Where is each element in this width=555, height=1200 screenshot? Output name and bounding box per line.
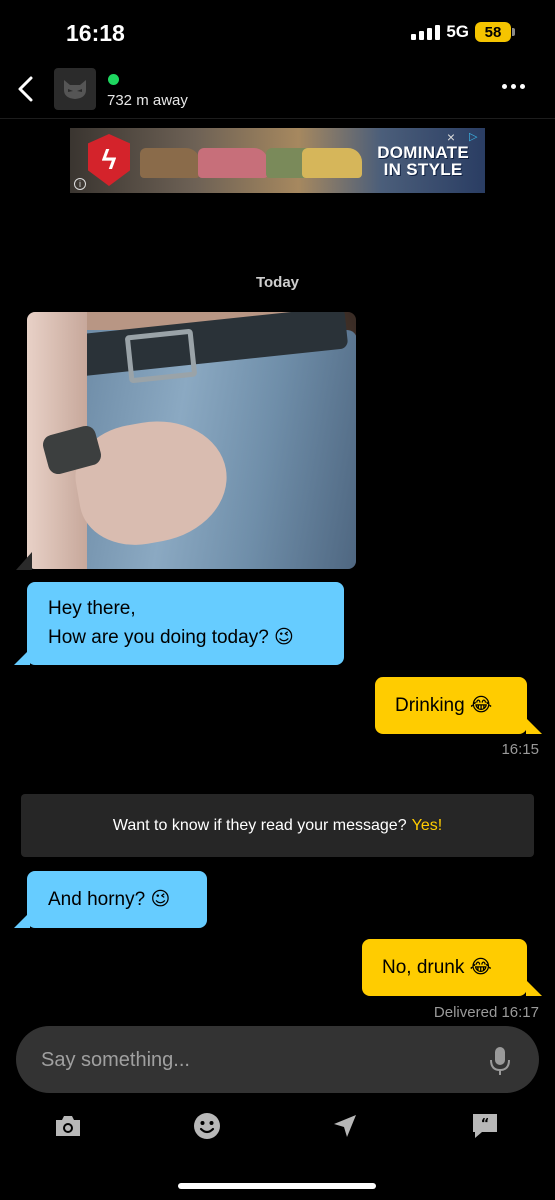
online-status-dot (108, 74, 119, 85)
incoming-message[interactable]: And horny? 😉 (27, 871, 207, 928)
bubble-tail (526, 718, 542, 734)
read-receipt-yes-link[interactable]: Yes! (412, 817, 443, 835)
ad-banner[interactable]: ϟ DOMINATE IN STYLE × ▷ i (70, 128, 485, 193)
outgoing-message[interactable]: No, drunk 😂 (362, 939, 527, 996)
ad-close-icon[interactable]: × (447, 129, 455, 145)
svg-text:“: “ (481, 1117, 490, 1132)
send-location-button[interactable] (329, 1110, 361, 1142)
ad-tank-image (140, 148, 200, 178)
camera-button[interactable] (52, 1110, 84, 1142)
camera-icon (56, 1116, 80, 1136)
more-options-button[interactable] (502, 84, 525, 89)
incoming-message[interactable]: Hey there, How are you doing today? 😉 (27, 582, 344, 665)
winking-face-emoji: 😉 (274, 626, 294, 648)
battery-level: 58 (484, 23, 502, 41)
status-time: 16:18 (66, 20, 125, 46)
ad-tank-image (302, 148, 362, 178)
battery-icon: 58 (475, 22, 515, 42)
emoji-button[interactable] (191, 1110, 223, 1142)
ad-headline: DOMINATE IN STYLE (377, 143, 469, 179)
bubble-tail (14, 912, 30, 928)
profile-distance: 732 m away (107, 92, 188, 109)
ad-game-logo: ϟ (88, 134, 130, 186)
location-arrow-icon (334, 1115, 356, 1137)
more-horizontal-icon (502, 84, 507, 89)
bubble-tail (16, 552, 32, 570)
tears-of-joy-emoji: 😂 (469, 956, 492, 978)
grindr-mask-icon (64, 80, 86, 99)
message-timestamp: 16:15 (501, 741, 539, 758)
tears-of-joy-emoji: 😂 (469, 694, 493, 716)
profile-avatar[interactable] (54, 68, 96, 110)
ad-info-icon[interactable]: i (74, 178, 86, 190)
back-button[interactable] (12, 74, 42, 104)
message-delivery-status: Delivered 16:17 (433, 1004, 539, 1021)
chevron-left-icon (18, 76, 33, 102)
message-input[interactable] (41, 1046, 441, 1074)
ad-choices-icon[interactable]: ▷ (469, 130, 483, 144)
outgoing-message[interactable]: Drinking 😂 (375, 677, 527, 734)
microphone-icon (490, 1047, 510, 1075)
saved-phrases-icon: “ (473, 1114, 497, 1138)
bubble-tail (526, 980, 542, 996)
status-indicators: 5G 58 (411, 22, 515, 42)
image-message[interactable] (27, 312, 356, 569)
microphone-button[interactable] (489, 1046, 511, 1076)
home-indicator (178, 1183, 376, 1189)
read-receipt-prompt[interactable]: Want to know if they read your message? … (21, 794, 534, 857)
bubble-tail (14, 649, 30, 665)
header-divider (0, 118, 555, 119)
winking-face-emoji: 😉 (150, 888, 171, 910)
network-type: 5G (446, 22, 469, 41)
read-receipt-text: Want to know if they read your message? (112, 816, 407, 834)
smiley-icon (194, 1113, 220, 1139)
cellular-signal-icon (411, 24, 441, 40)
ad-tank-image (198, 148, 268, 178)
saved-phrases-button[interactable]: “ (469, 1110, 501, 1142)
date-separator: Today (255, 274, 300, 291)
message-composer[interactable] (16, 1026, 539, 1093)
